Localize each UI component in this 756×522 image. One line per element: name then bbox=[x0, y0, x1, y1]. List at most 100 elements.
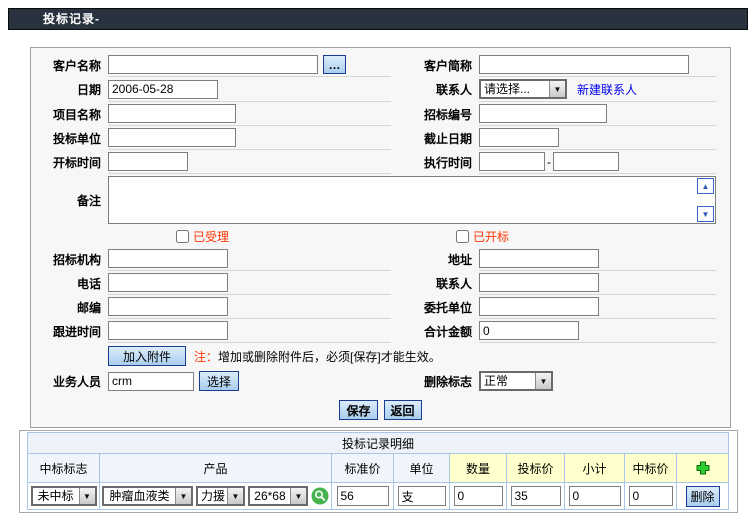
total-amount-label: 合计金额 bbox=[391, 323, 479, 340]
row-attachment: 加入附件 注：增加或删除附件后，必须[保存]才能生效。 bbox=[31, 343, 730, 369]
product-spec-select[interactable]: 26*68 ▼ bbox=[248, 486, 308, 506]
follow-time-input[interactable] bbox=[108, 321, 228, 340]
exec-time-field: - bbox=[479, 150, 716, 174]
customer-alias-input[interactable] bbox=[479, 55, 689, 74]
product-brand-select[interactable]: 力援 ▼ bbox=[196, 486, 245, 506]
bid-number-field bbox=[479, 102, 716, 126]
row-times: 开标时间 执行时间 - bbox=[31, 150, 730, 174]
contact-label: 联系人 bbox=[391, 81, 479, 98]
follow-time-field bbox=[108, 319, 391, 343]
customer-name-input[interactable] bbox=[108, 55, 318, 74]
project-name-input[interactable] bbox=[108, 104, 236, 123]
phone-input[interactable] bbox=[108, 273, 228, 292]
follow-time-label: 跟进时间 bbox=[31, 323, 108, 340]
add-row-icon[interactable] bbox=[696, 461, 710, 475]
subtotal-input[interactable] bbox=[569, 486, 621, 506]
delete-flag-select[interactable]: 正常 ▼ bbox=[479, 371, 553, 391]
back-button[interactable]: 返回 bbox=[384, 400, 422, 420]
product-cell: 肿瘤血液类 ▼ 力援 ▼ 26*68 ▼ bbox=[100, 483, 332, 510]
unit-cell bbox=[394, 483, 450, 510]
project-name-label: 项目名称 bbox=[31, 106, 108, 123]
date-label: 日期 bbox=[31, 81, 108, 98]
remark-textarea[interactable] bbox=[108, 176, 716, 224]
zipcode-label: 邮编 bbox=[31, 299, 108, 316]
sales-person-label: 业务人员 bbox=[31, 373, 108, 390]
page-title-text: 投标记录- bbox=[43, 12, 100, 26]
agency-field bbox=[108, 247, 391, 271]
exec-time-start-input[interactable] bbox=[479, 152, 545, 171]
address-field bbox=[479, 247, 716, 271]
product-brand-value: 力援 bbox=[198, 488, 227, 504]
contact-select[interactable]: 请选择... ▼ bbox=[479, 79, 567, 99]
customer-name-field: … bbox=[108, 53, 391, 77]
deadline-label: 截止日期 bbox=[391, 130, 479, 147]
bid-number-input[interactable] bbox=[479, 104, 607, 123]
contact-select-value: 请选择... bbox=[481, 81, 549, 97]
header-win-price: 中标价 bbox=[625, 454, 677, 483]
bid-unit-label: 投标单位 bbox=[31, 130, 108, 147]
standard-price-input[interactable] bbox=[337, 486, 389, 506]
new-contact-link[interactable]: 新建联系人 bbox=[577, 81, 637, 98]
row-customer: 客户名称 … 客户简称 bbox=[31, 53, 730, 77]
header-add-column bbox=[677, 454, 729, 483]
delete-row-button[interactable]: 删除 bbox=[686, 486, 720, 507]
sales-person-input[interactable] bbox=[108, 372, 194, 391]
chevron-down-icon: ▼ bbox=[535, 373, 551, 389]
address-label: 地址 bbox=[391, 251, 479, 268]
date-field bbox=[108, 77, 391, 102]
agency-label: 招标机构 bbox=[31, 251, 108, 268]
accepted-flag: 已受理 bbox=[31, 228, 391, 245]
header-standard-price: 标准价 bbox=[332, 454, 394, 483]
contact-field: 请选择... ▼ 新建联系人 bbox=[479, 77, 716, 102]
exec-time-end-input[interactable] bbox=[553, 152, 619, 171]
address-input[interactable] bbox=[479, 249, 599, 268]
bid-unit-input[interactable] bbox=[108, 128, 236, 147]
header-bid-price: 投标价 bbox=[507, 454, 565, 483]
open-time-input[interactable] bbox=[108, 152, 188, 171]
product-category-value: 肿瘤血液类 bbox=[104, 488, 175, 504]
deadline-field bbox=[479, 126, 716, 150]
opened-label: 已开标 bbox=[473, 228, 509, 245]
contact2-input[interactable] bbox=[479, 273, 599, 292]
customer-browse-button[interactable]: … bbox=[323, 55, 346, 74]
row-actions: 保存 返回 bbox=[31, 397, 730, 423]
bid-price-input[interactable] bbox=[511, 486, 561, 506]
entrust-unit-input[interactable] bbox=[479, 297, 599, 316]
unit-input[interactable] bbox=[398, 486, 446, 506]
row-flags: 已受理 已开标 bbox=[31, 226, 730, 247]
attachment-note-text: 增加或删除附件后，必须[保存]才能生效。 bbox=[218, 350, 441, 364]
attachment-note: 注：增加或删除附件后，必须[保存]才能生效。 bbox=[194, 348, 441, 365]
deadline-input[interactable] bbox=[479, 128, 559, 147]
entrust-unit-label: 委托单位 bbox=[391, 299, 479, 316]
subtotal-cell bbox=[565, 483, 625, 510]
total-amount-input[interactable] bbox=[479, 321, 579, 340]
row-agency: 招标机构 地址 bbox=[31, 247, 730, 271]
win-price-cell bbox=[625, 483, 677, 510]
header-product: 产品 bbox=[100, 454, 332, 483]
scroll-down-icon[interactable]: ▼ bbox=[697, 206, 714, 222]
add-attachment-button[interactable]: 加入附件 bbox=[108, 346, 186, 366]
opened-checkbox[interactable] bbox=[456, 230, 469, 243]
bid-price-cell bbox=[507, 483, 565, 510]
quantity-input[interactable] bbox=[454, 486, 503, 506]
sales-select-button[interactable]: 选择 bbox=[199, 371, 239, 391]
agency-input[interactable] bbox=[108, 249, 228, 268]
chevron-down-icon: ▼ bbox=[227, 488, 243, 504]
product-category-select[interactable]: 肿瘤血液类 ▼ bbox=[102, 486, 193, 506]
save-button[interactable]: 保存 bbox=[339, 400, 377, 420]
win-price-input[interactable] bbox=[629, 486, 673, 506]
row-remark: 备注 ▲ ▼ bbox=[31, 174, 730, 226]
date-input[interactable] bbox=[108, 80, 218, 99]
total-amount-field bbox=[479, 319, 716, 343]
header-win-flag: 中标标志 bbox=[28, 454, 100, 483]
accepted-checkbox[interactable] bbox=[176, 230, 189, 243]
product-spec-value: 26*68 bbox=[250, 488, 290, 504]
product-search-icon[interactable] bbox=[311, 487, 329, 505]
page-title: 投标记录- bbox=[8, 8, 748, 30]
quantity-cell bbox=[450, 483, 507, 510]
remark-label: 备注 bbox=[31, 192, 108, 209]
zipcode-input[interactable] bbox=[108, 297, 228, 316]
win-flag-select[interactable]: 未中标 ▼ bbox=[31, 486, 97, 506]
scroll-up-icon[interactable]: ▲ bbox=[697, 178, 714, 194]
detail-data-row: 未中标 ▼ 肿瘤血液类 ▼ 力援 ▼ bbox=[28, 483, 729, 510]
